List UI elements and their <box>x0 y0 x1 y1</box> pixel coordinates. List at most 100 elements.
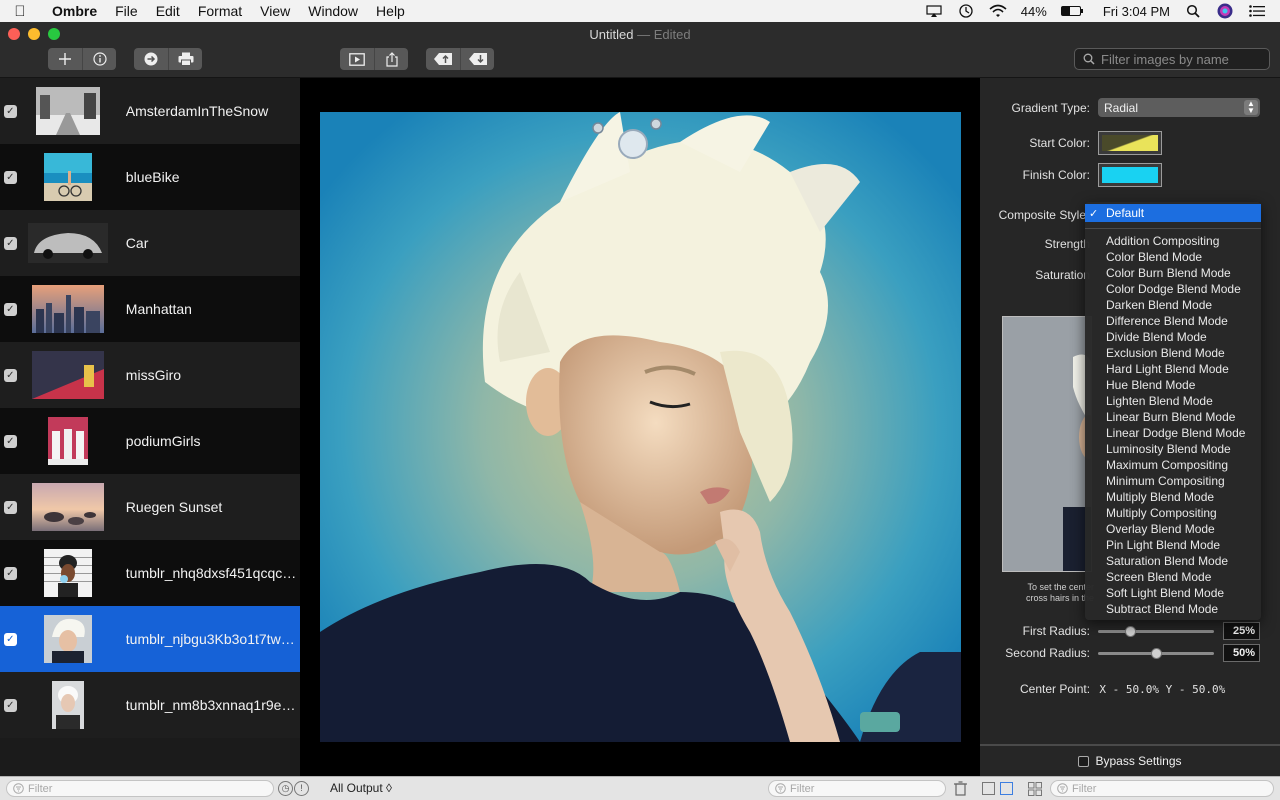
menu-edit[interactable]: Edit <box>147 3 189 19</box>
composite-style-option[interactable]: Color Blend Mode <box>1085 249 1261 265</box>
thumbnail <box>27 413 110 469</box>
bypass-settings[interactable]: Bypass Settings <box>980 744 1280 776</box>
battery-icon[interactable] <box>1060 6 1083 16</box>
composite-style-option[interactable]: Saturation Blend Mode <box>1085 553 1261 569</box>
first-radius-field[interactable]: 25% <box>1223 622 1260 640</box>
include-checkbox[interactable]: ✓ <box>4 500 17 514</box>
filter-images-search[interactable]: Filter images by name <box>1074 48 1270 70</box>
composite-style-option[interactable]: Maximum Compositing <box>1085 457 1261 473</box>
composite-style-option[interactable]: Divide Blend Mode <box>1085 329 1261 345</box>
composite-style-option[interactable]: Pin Light Blend Mode <box>1085 537 1261 553</box>
include-checkbox[interactable]: ✓ <box>4 170 17 184</box>
finish-color-well[interactable] <box>1098 163 1162 187</box>
bypass-label: Bypass Settings <box>1095 754 1182 768</box>
notification-center-icon[interactable] <box>1248 4 1266 18</box>
menu-app-name[interactable]: Ombre <box>40 3 106 19</box>
composite-style-option[interactable]: Overlay Blend Mode <box>1085 521 1261 537</box>
composite-style-option[interactable]: Multiply Blend Mode <box>1085 489 1261 505</box>
time-machine-icon[interactable] <box>957 4 975 18</box>
composite-style-option[interactable]: Exclusion Blend Mode <box>1085 345 1261 361</box>
apple-menu-icon[interactable]:  <box>0 3 40 20</box>
composite-style-option[interactable]: Color Burn Blend Mode <box>1085 265 1261 281</box>
composite-style-option[interactable]: Luminosity Blend Mode <box>1085 441 1261 457</box>
include-checkbox[interactable]: ✓ <box>4 566 17 580</box>
composite-style-option[interactable]: Color Dodge Blend Mode <box>1085 281 1261 297</box>
gradient-type-popup[interactable]: Radial ▲ ▼ <box>1098 98 1260 117</box>
print-button[interactable] <box>168 48 202 70</box>
center-point-preview[interactable] <box>1002 316 1092 572</box>
inspector-filter-field[interactable]: Filter <box>1050 780 1274 797</box>
info-button[interactable] <box>82 48 116 70</box>
composite-style-option[interactable]: Soft Light Blend Mode <box>1085 585 1261 601</box>
composite-style-option[interactable]: Linear Burn Blend Mode <box>1085 409 1261 425</box>
menu-view[interactable]: View <box>251 3 299 19</box>
include-checkbox[interactable]: ✓ <box>4 104 17 118</box>
menu-clock[interactable]: Fri 3:04 PM <box>1103 4 1170 19</box>
list-item[interactable]: ✓ Car <box>0 210 300 276</box>
composite-style-option[interactable]: Linear Dodge Blend Mode <box>1085 425 1261 441</box>
include-checkbox[interactable]: ✓ <box>4 434 17 448</box>
list-item[interactable]: ✓ podiumGirls <box>0 408 300 474</box>
composite-style-option[interactable]: Screen Blend Mode <box>1085 569 1261 585</box>
right-panel-toggle-icon[interactable] <box>1000 782 1013 795</box>
include-checkbox[interactable]: ✓ <box>4 302 17 316</box>
edited-photo[interactable] <box>320 112 961 742</box>
bypass-checkbox[interactable] <box>1078 755 1090 767</box>
composite-style-option[interactable]: Lighten Blend Mode <box>1085 393 1261 409</box>
trash-icon[interactable] <box>954 781 967 799</box>
warning-icon[interactable]: ! <box>294 781 309 796</box>
composite-style-option-selected[interactable]: ✓ Default <box>1085 204 1261 222</box>
list-item[interactable]: ✓ Manhattan <box>0 276 300 342</box>
composite-style-option[interactable]: Multiply Compositing <box>1085 505 1261 521</box>
slideshow-button[interactable] <box>340 48 374 70</box>
composite-style-option[interactable]: Hard Light Blend Mode <box>1085 361 1261 377</box>
play-icon <box>349 52 365 66</box>
second-radius-field[interactable]: 50% <box>1223 644 1260 662</box>
first-radius-knob[interactable] <box>1125 626 1136 637</box>
second-radius-knob[interactable] <box>1151 648 1162 659</box>
recent-clock-icon[interactable]: ◷ <box>278 781 293 796</box>
output-filter-field[interactable]: Filter <box>768 780 946 797</box>
grid-view-icon[interactable] <box>1028 782 1042 799</box>
thumbnail <box>27 83 110 139</box>
left-panel-toggle-icon[interactable] <box>982 782 995 795</box>
list-item[interactable]: ✓ tumblr_njbgu3Kb3o1t7tw8… <box>0 606 300 672</box>
composite-style-option[interactable]: Hue Blend Mode <box>1085 377 1261 393</box>
composite-style-option[interactable]: Subtract Blend Mode <box>1085 601 1261 617</box>
include-checkbox[interactable]: ✓ <box>4 698 17 712</box>
list-item[interactable]: ✓ AmsterdamInTheSnow <box>0 78 300 144</box>
menu-format[interactable]: Format <box>189 3 251 19</box>
output-select[interactable]: All Output ◊ <box>330 781 392 795</box>
composite-style-menu: ✓ Default Addition Compositing Color Blen… <box>1085 202 1261 620</box>
list-item[interactable]: ✓ tumblr_nhq8dxsf451qcqckt… <box>0 540 300 606</box>
include-checkbox[interactable]: ✓ <box>4 236 17 250</box>
composite-style-option[interactable]: Darken Blend Mode <box>1085 297 1261 313</box>
move-down-button[interactable] <box>460 48 494 70</box>
share-button[interactable] <box>374 48 408 70</box>
list-item[interactable]: ✓ missGiro <box>0 342 300 408</box>
move-up-button[interactable] <box>426 48 460 70</box>
list-item[interactable]: ✓ tumblr_nm8b3xnnaq1r9ecc… <box>0 672 300 738</box>
siri-icon[interactable] <box>1216 3 1234 19</box>
wifi-icon[interactable] <box>989 4 1007 18</box>
spotlight-search-icon[interactable] <box>1184 4 1202 18</box>
menu-help[interactable]: Help <box>367 3 414 19</box>
list-item[interactable]: ✓ Ruegen Sunset <box>0 474 300 540</box>
second-radius-slider[interactable] <box>1098 648 1214 659</box>
include-checkbox[interactable]: ✓ <box>4 632 17 646</box>
menu-file[interactable]: File <box>106 3 147 19</box>
export-button[interactable] <box>134 48 168 70</box>
add-image-button[interactable] <box>48 48 82 70</box>
list-filter-field[interactable]: Filter <box>6 780 274 797</box>
composite-style-option[interactable]: Addition Compositing <box>1085 233 1261 249</box>
include-checkbox[interactable]: ✓ <box>4 368 17 382</box>
menu-window[interactable]: Window <box>299 3 367 19</box>
gradient-type-label: Gradient Type: <box>1011 101 1091 115</box>
start-color-well[interactable] <box>1098 131 1162 155</box>
image-canvas[interactable] <box>300 78 980 776</box>
composite-style-option[interactable]: Minimum Compositing <box>1085 473 1261 489</box>
first-radius-slider[interactable] <box>1098 626 1214 637</box>
list-item[interactable]: ✓ blueBike <box>0 144 300 210</box>
airplay-icon[interactable] <box>925 4 943 18</box>
composite-style-option[interactable]: Difference Blend Mode <box>1085 313 1261 329</box>
